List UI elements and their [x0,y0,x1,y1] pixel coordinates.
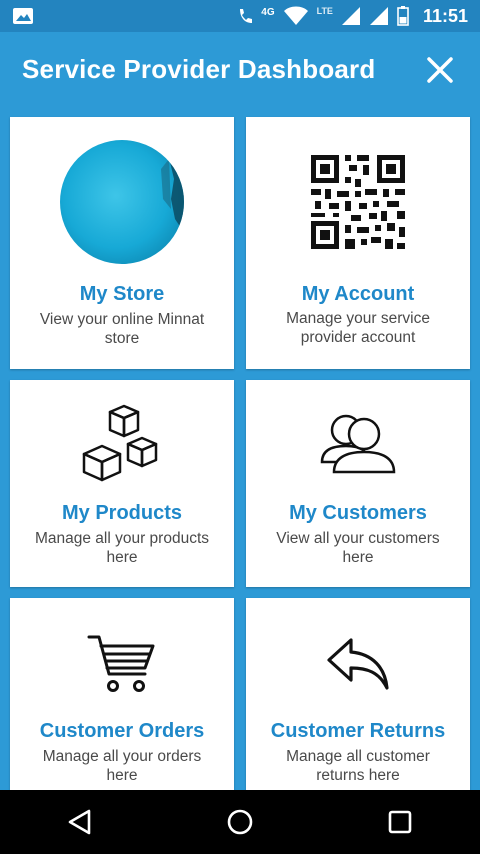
image-notification-icon [13,8,33,24]
signal-1-icon [341,7,360,25]
back-button[interactable] [50,797,110,847]
close-button[interactable] [420,50,460,90]
qr-code-icon [311,155,405,249]
customer-orders-card[interactable]: Customer Orders Manage all your orders h… [10,598,234,805]
home-button[interactable] [210,797,270,847]
recents-button[interactable] [370,797,430,847]
status-bar: 4G LTE 11:51 [0,0,480,32]
my-products-card[interactable]: My Products Manage all your products her… [10,380,234,587]
card-description: Manage all your products here [34,530,210,566]
wifi-icon [283,6,308,25]
store-photo [60,140,184,264]
card-description: View your online Minnat store [39,311,205,347]
clock: 11:51 [422,5,468,26]
customer-returns-card[interactable]: Customer Returns Manage all customer ret… [246,598,470,805]
my-customers-card[interactable]: My Customers View all your customers her… [246,380,470,587]
card-title: My Account [301,283,415,305]
back-icon [68,809,91,835]
card-description: View all your customers here [276,530,440,566]
volte-call-icon [240,9,253,23]
card-description: Manage your service provider account [286,310,430,346]
home-icon [227,809,253,835]
app-bar: Service Provider Dashboard [0,32,480,108]
dashboard-grid: My Store View your online Minnat store M… [10,117,470,805]
signal-2-icon [369,7,388,25]
card-title: My Customers [289,502,427,524]
users-icon [320,414,396,474]
card-title: Customer Orders [39,720,205,742]
card-title: My Store [79,283,165,305]
card-description: Manage all your orders here [42,748,202,784]
close-icon [427,57,453,83]
card-description: Manage all customer returns here [286,748,430,784]
cart-icon [87,635,155,692]
page-title: Service Provider Dashboard [22,54,376,84]
system-nav-bar [0,790,480,854]
lte-label: LTE [316,6,333,16]
card-title: My Products [61,502,183,524]
card-title: Customer Returns [270,720,446,742]
recents-icon [388,810,412,834]
battery-icon [397,6,409,26]
boxes-icon [82,404,158,482]
my-store-card[interactable]: My Store View your online Minnat store [10,117,234,369]
network-type-label: 4G [261,6,275,18]
my-account-card[interactable]: My Account Manage your service provider … [246,117,470,369]
return-arrow-icon [327,638,389,690]
